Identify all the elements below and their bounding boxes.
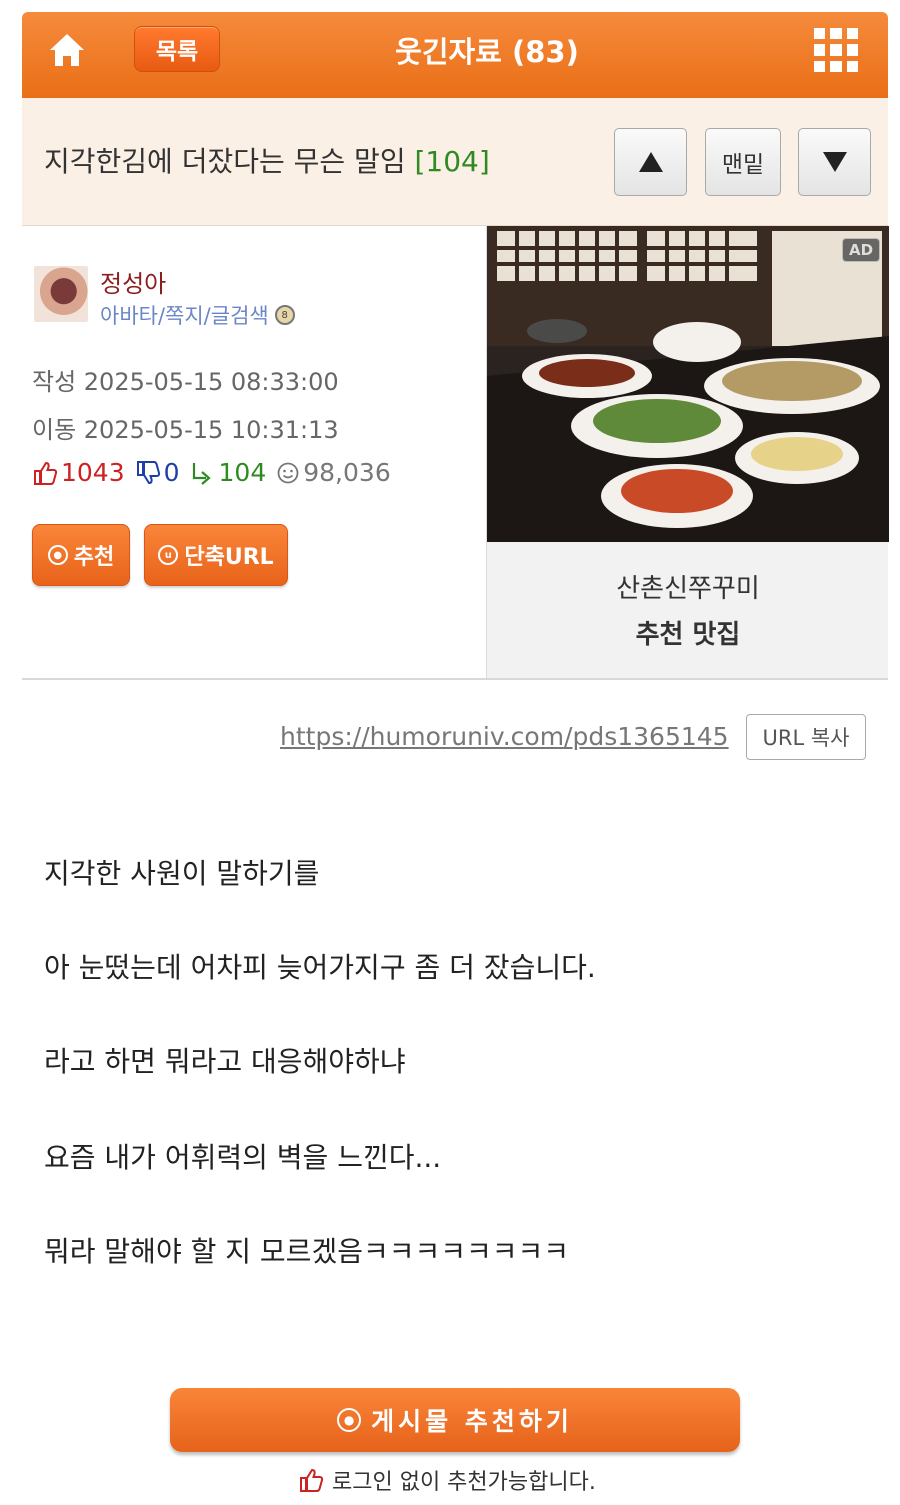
- recommend-circle-icon: ●: [47, 545, 68, 565]
- post-body-line: 뭐라 말해야 할 지 모르겠음ㅋㅋㅋㅋㅋㅋㅋㅋ: [44, 1235, 570, 1268]
- short-url-button[interactable]: u 단축URL: [144, 524, 288, 586]
- reply-stat: 104: [190, 458, 267, 487]
- arrow-down-icon: [822, 152, 847, 172]
- author-links: 아바타/쪽지/글검색 8: [100, 300, 295, 330]
- ad-restaurant-name[interactable]: 산촌신쭈꾸미: [487, 568, 889, 605]
- ad-subtitle[interactable]: 추천 맛집: [487, 614, 889, 651]
- menu-grid-icon[interactable]: [814, 28, 858, 72]
- smiley-icon: [277, 462, 299, 483]
- recommend-button-label: 추천: [73, 545, 115, 570]
- member-badge-icon: 8: [274, 305, 295, 325]
- board-title: 웃긴자료 (83): [395, 35, 579, 69]
- post-stats: 1043 0 104 98,036: [32, 458, 401, 487]
- written-date: 작성 2025-05-15 08:33:00: [32, 368, 339, 396]
- section-divider: [22, 678, 888, 680]
- arrow-up-icon: [638, 152, 663, 172]
- recommend-post-button[interactable]: ● 게시물 추천하기: [170, 1388, 740, 1452]
- recommend-post-label: 게시물 추천하기: [371, 1407, 573, 1436]
- comment-count[interactable]: [104]: [415, 145, 490, 178]
- post-body-line: 지각한 사원이 말하기를: [44, 857, 320, 890]
- recommend-button[interactable]: ● 추천: [32, 524, 130, 586]
- login-note-text: 로그인 없이 추천가능합니다.: [332, 1470, 596, 1495]
- previous-post-button[interactable]: [614, 128, 687, 196]
- downvote-count: 0: [163, 458, 180, 487]
- post-title-text: 지각한김에 더잤다는 무슨 말임: [44, 145, 406, 178]
- post-title-bar: 지각한김에 더잤다는 무슨 말임 [104] 맨밑: [22, 98, 888, 226]
- recommend-circle-icon: ●: [337, 1408, 362, 1432]
- next-post-button[interactable]: [798, 128, 871, 196]
- downvote-stat: 0: [135, 458, 180, 487]
- ad-badge: AD: [842, 238, 880, 262]
- reply-count: 104: [218, 458, 267, 487]
- list-button[interactable]: 목록: [134, 26, 220, 72]
- avatar[interactable]: [34, 266, 88, 322]
- thumbs-down-icon: [136, 460, 160, 484]
- top-navigation-bar: 목록 웃긴자료 (83): [22, 12, 888, 98]
- upvote-stat: 1043: [32, 458, 125, 487]
- post-info-panel: 정성아 아바타/쪽지/글검색 8 작성 2025-05-15 08:33:00 …: [22, 226, 486, 678]
- url-circle-icon: u: [158, 545, 179, 565]
- view-stat: 98,036: [276, 458, 391, 487]
- post-body-line: 요즘 내가 어휘력의 벽을 느낀다...: [44, 1141, 442, 1174]
- go-bottom-button[interactable]: 맨밑: [705, 128, 781, 196]
- ad-panel[interactable]: AD 산촌신쭈꾸미 추천 맛집: [486, 226, 889, 678]
- short-url-button-label: 단축URL: [184, 545, 274, 570]
- thumbs-up-icon: [300, 1468, 324, 1492]
- post-body-line: 라고 하면 뭐라고 대응해야하냐: [44, 1045, 406, 1078]
- post-title: 지각한김에 더잤다는 무슨 말임 [104]: [44, 140, 490, 180]
- copy-url-button[interactable]: URL 복사: [746, 714, 866, 760]
- home-icon[interactable]: [48, 30, 86, 70]
- ad-restaurant-photo[interactable]: [487, 226, 889, 542]
- post-body-line: 아 눈떴는데 어차피 늦어가지구 좀 더 잤습니다.: [44, 951, 596, 984]
- login-note: 로그인 없이 추천가능합니다.: [298, 1464, 596, 1496]
- view-count: 98,036: [303, 458, 391, 487]
- reply-arrow-icon: [192, 462, 211, 485]
- thumbs-up-icon: [34, 461, 58, 485]
- author-links-text[interactable]: 아바타/쪽지/글검색: [100, 300, 269, 330]
- upvote-count: 1043: [61, 458, 125, 487]
- moved-date: 이동 2025-05-15 10:31:13: [32, 416, 339, 444]
- post-url-link[interactable]: https://humoruniv.com/pds1365145: [280, 722, 729, 751]
- author-name[interactable]: 정성아: [100, 264, 166, 299]
